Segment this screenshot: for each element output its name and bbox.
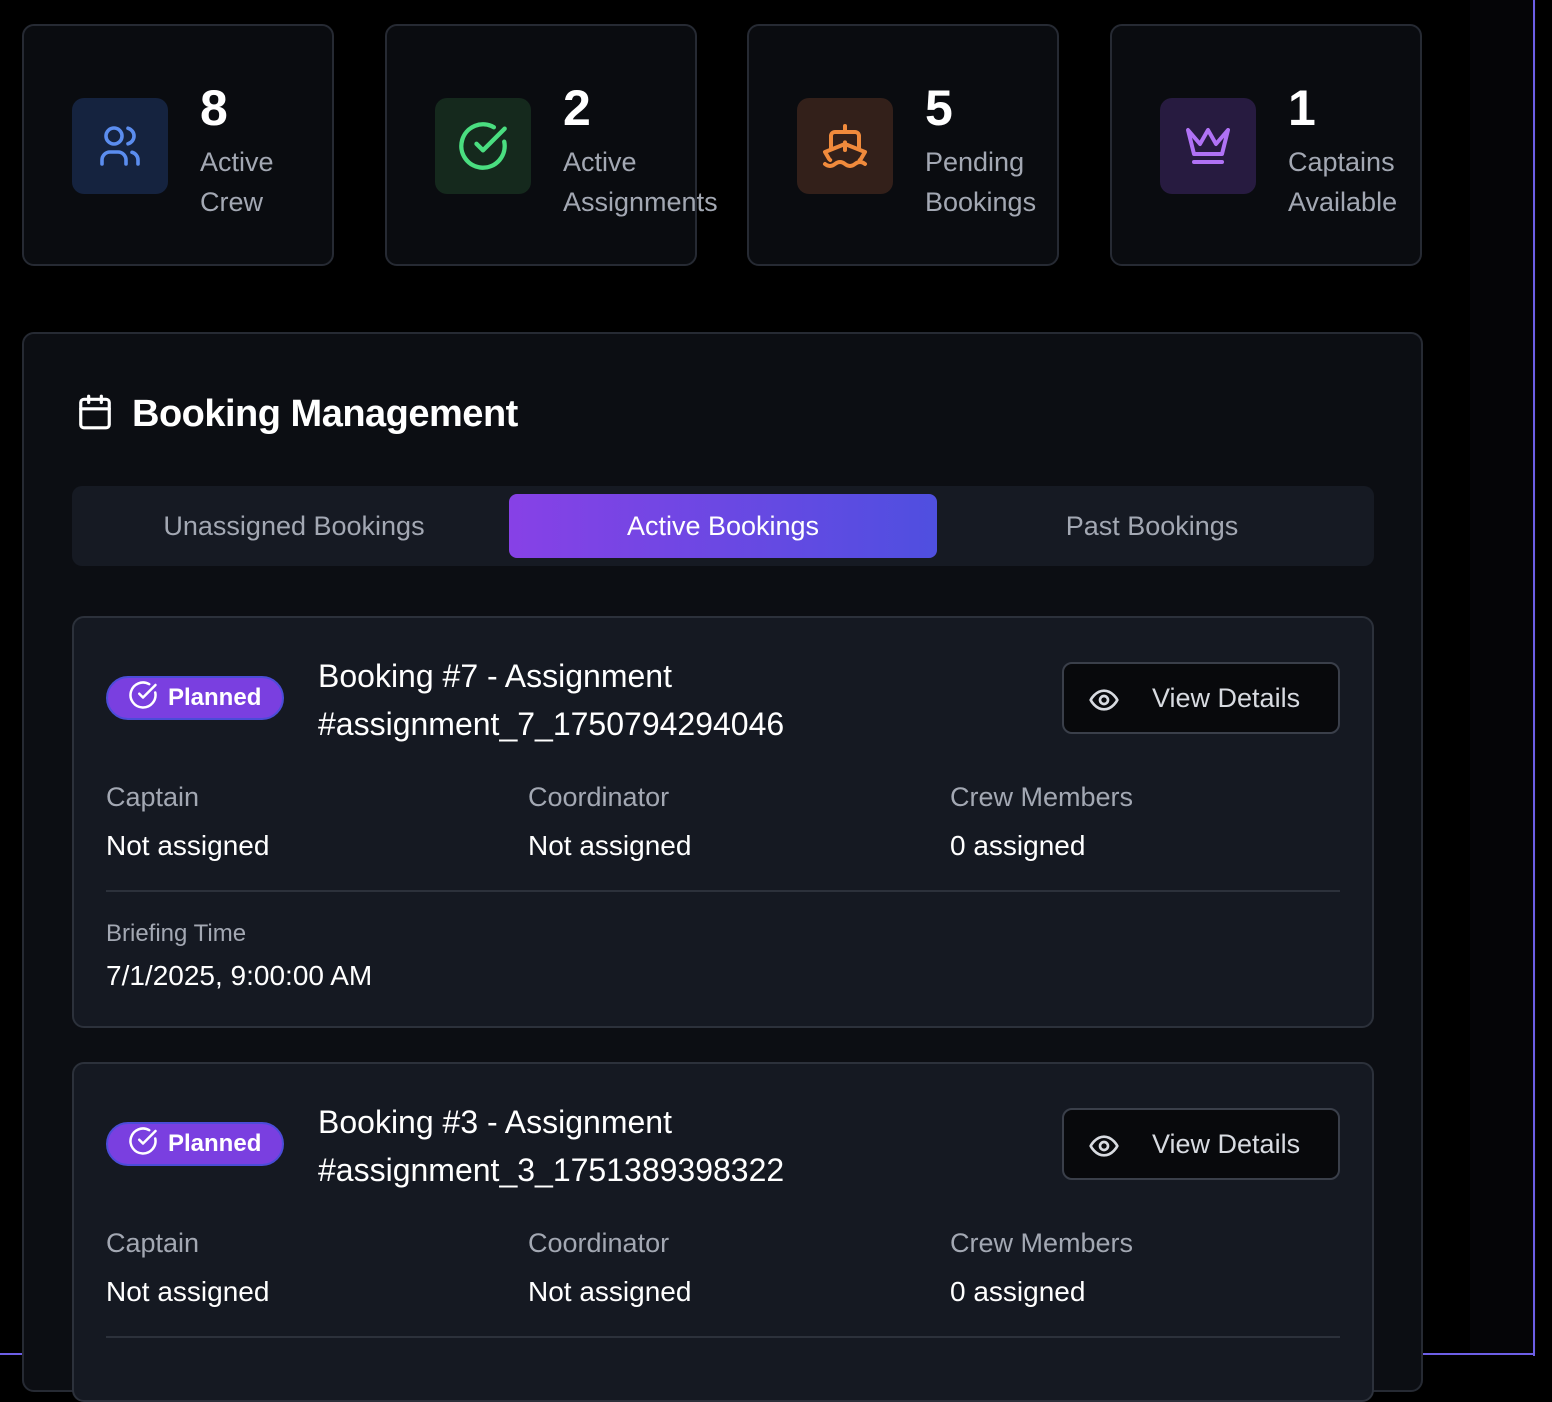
eye-icon: [1088, 684, 1120, 721]
stat-card-pending-bookings: 5 Pending Bookings: [747, 24, 1059, 266]
panel-title: Booking Management: [132, 392, 518, 435]
view-details-button[interactable]: View Details: [1062, 1108, 1340, 1180]
status-badge-label: Planned: [168, 1130, 262, 1157]
captain-value: Not assigned: [106, 1276, 270, 1307]
booking-management-panel: Booking Management Unassigned Bookings A…: [22, 332, 1423, 1402]
booking-title: Booking #3 - Assignment #assignment_3_17…: [318, 1104, 785, 1188]
stat-number: 2: [563, 80, 591, 136]
users-icon: [72, 98, 168, 194]
crew-members-value: 0 assigned: [950, 830, 1086, 861]
stat-number: 5: [925, 80, 953, 136]
window-frame-edge: [1533, 0, 1535, 1356]
tab-active-bookings[interactable]: Active Bookings: [509, 494, 937, 558]
view-details-label: View Details: [1152, 1128, 1301, 1159]
status-badge-label: Planned: [168, 684, 262, 711]
coordinator-label: Coordinator: [528, 782, 670, 812]
stat-label: Active Crew: [200, 147, 274, 217]
calendar-icon: [76, 393, 114, 436]
captain-label: Captain: [106, 1228, 200, 1258]
tab-past-bookings[interactable]: Past Bookings: [938, 494, 1366, 558]
panel-header: Booking Management: [76, 386, 518, 442]
divider: [106, 1336, 1340, 1338]
stat-card-active-crew: 8 Active Crew: [22, 24, 334, 266]
booking-card: Planned Booking #3 - Assignment #assignm…: [72, 1062, 1374, 1402]
stat-label: Active Assignments: [563, 147, 718, 217]
ship-icon: [797, 98, 893, 194]
right-background-strip: [1470, 0, 1536, 1354]
view-details-button[interactable]: View Details: [1062, 662, 1340, 734]
check-circle-icon: [128, 680, 158, 717]
tab-unassigned-bookings[interactable]: Unassigned Bookings: [80, 494, 508, 558]
divider: [106, 890, 1340, 892]
crew-members-label: Crew Members: [950, 782, 1134, 812]
crew-members-value: 0 assigned: [950, 1276, 1086, 1307]
stat-label: Captains Available: [1288, 147, 1398, 217]
stat-number: 1: [1288, 80, 1316, 136]
status-badge: Planned: [106, 1122, 284, 1166]
stat-number: 8: [200, 80, 228, 136]
eye-icon: [1088, 1130, 1120, 1167]
booking-card: Planned Booking #7 - Assignment #assignm…: [72, 616, 1374, 1028]
coordinator-value: Not assigned: [528, 830, 692, 861]
coordinator-value: Not assigned: [528, 1276, 692, 1307]
booking-title: Booking #7 - Assignment #assignment_7_17…: [318, 658, 785, 742]
captain-label: Captain: [106, 782, 200, 812]
stat-card-captains-available: 1 Captains Available: [1110, 24, 1422, 266]
stat-card-active-assignments: 2 Active Assignments: [385, 24, 718, 266]
captain-value: Not assigned: [106, 830, 270, 861]
check-circle-icon: [435, 98, 531, 194]
briefing-time-value: 7/1/2025, 9:00:00 AM: [106, 960, 373, 991]
stat-label: Pending Bookings: [925, 147, 1037, 217]
view-details-label: View Details: [1152, 682, 1301, 713]
coordinator-label: Coordinator: [528, 1228, 670, 1258]
status-badge: Planned: [106, 676, 284, 720]
crew-members-label: Crew Members: [950, 1228, 1134, 1258]
crown-icon: [1160, 98, 1256, 194]
check-circle-icon: [128, 1126, 158, 1163]
booking-tabs: Unassigned Bookings Active Bookings Past…: [72, 486, 1374, 566]
briefing-time-label: Briefing Time: [106, 920, 247, 947]
